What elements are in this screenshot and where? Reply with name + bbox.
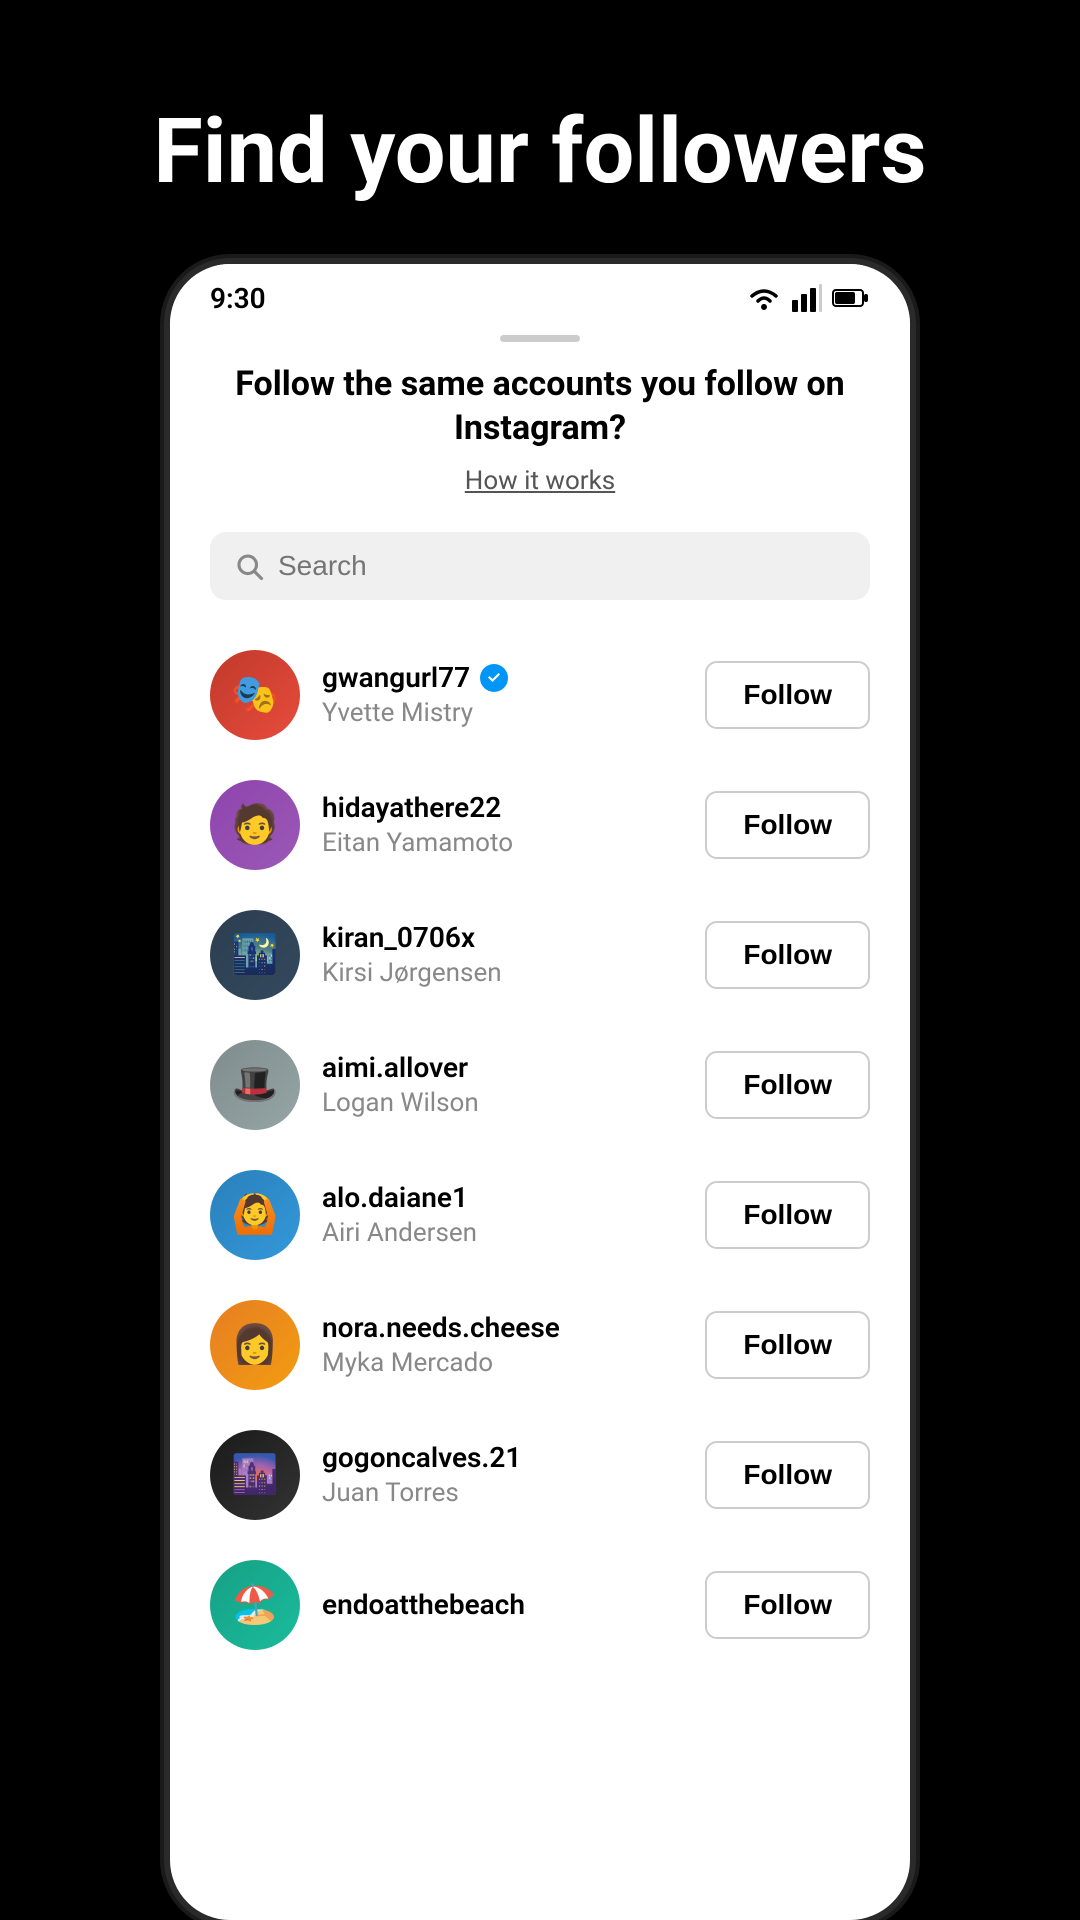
follow-button[interactable]: Follow xyxy=(705,1441,870,1509)
user-list: 🎭 gwangurl77 Yvette Mistry Follow 🧑 hidayathe… xyxy=(210,630,870,1670)
follow-button[interactable]: Follow xyxy=(705,1571,870,1639)
avatar: 🙆 xyxy=(210,1170,300,1260)
username: hidayathere22 xyxy=(322,791,501,824)
phone-shell: 9:30 F xyxy=(170,264,910,1920)
follow-button[interactable]: Follow xyxy=(705,1181,870,1249)
user-row: 🎩 aimi.allover Logan Wilson Follow xyxy=(210,1020,870,1150)
follow-button[interactable]: Follow xyxy=(705,921,870,989)
display-name: Myka Mercado xyxy=(322,1348,683,1378)
username: gogoncalves.21 xyxy=(322,1441,521,1474)
sheet-content: Follow the same accounts you follow on I… xyxy=(170,362,910,1710)
user-info: hidayathere22 Eitan Yamamoto xyxy=(322,791,683,858)
user-row: 🙆 alo.daiane1 Airi Andersen Follow xyxy=(210,1150,870,1280)
user-info: nora.needs.cheese Myka Mercado xyxy=(322,1311,683,1378)
avatar: 🧑 xyxy=(210,780,300,870)
user-info: aimi.allover Logan Wilson xyxy=(322,1051,683,1118)
username: aimi.allover xyxy=(322,1051,468,1084)
display-name: Juan Torres xyxy=(322,1478,683,1508)
user-info: alo.daiane1 Airi Andersen xyxy=(322,1181,683,1248)
user-row: 🌃 kiran_0706x Kirsi Jørgensen Follow xyxy=(210,890,870,1020)
follow-button[interactable]: Follow xyxy=(705,1051,870,1119)
username: nora.needs.cheese xyxy=(322,1311,560,1344)
search-input[interactable] xyxy=(278,550,846,582)
username: kiran_0706x xyxy=(322,921,475,954)
username: alo.daiane1 xyxy=(322,1181,468,1214)
user-row: 🌆 gogoncalves.21 Juan Torres Follow xyxy=(210,1410,870,1540)
display-name: Airi Andersen xyxy=(322,1218,683,1248)
signal-icon xyxy=(792,284,822,312)
how-it-works-link[interactable]: How it works xyxy=(210,466,870,496)
avatar: 🎭 xyxy=(210,650,300,740)
user-info: endoatthebeach xyxy=(322,1588,683,1621)
sheet-title: Follow the same accounts you follow on I… xyxy=(210,362,870,450)
status-time: 9:30 xyxy=(210,282,266,315)
battery-icon xyxy=(832,287,870,309)
avatar: 🎩 xyxy=(210,1040,300,1130)
avatar: 🌃 xyxy=(210,910,300,1000)
display-name: Logan Wilson xyxy=(322,1088,683,1118)
search-icon xyxy=(234,551,264,581)
status-bar: 9:30 xyxy=(170,264,910,325)
user-row: 🧑 hidayathere22 Eitan Yamamoto Follow xyxy=(210,760,870,890)
follow-button[interactable]: Follow xyxy=(705,661,870,729)
user-row: 🎭 gwangurl77 Yvette Mistry Follow xyxy=(210,630,870,760)
user-row: 🏖️ endoatthebeach Follow xyxy=(210,1540,870,1670)
user-row: 👩 nora.needs.cheese Myka Mercado Follow xyxy=(210,1280,870,1410)
username: gwangurl77 xyxy=(322,661,470,694)
user-info: gogoncalves.21 Juan Torres xyxy=(322,1441,683,1508)
avatar: 🏖️ xyxy=(210,1560,300,1650)
display-name: Kirsi Jørgensen xyxy=(322,958,683,988)
display-name: Yvette Mistry xyxy=(322,698,683,728)
hero-title: Find your followers xyxy=(153,100,926,204)
display-name: Eitan Yamamoto xyxy=(322,828,683,858)
user-info: kiran_0706x Kirsi Jørgensen xyxy=(322,921,683,988)
status-icons xyxy=(746,284,870,312)
user-info: gwangurl77 Yvette Mistry xyxy=(322,661,683,728)
drag-handle xyxy=(500,335,580,342)
avatar: 👩 xyxy=(210,1300,300,1390)
follow-button[interactable]: Follow xyxy=(705,791,870,859)
search-bar[interactable] xyxy=(210,532,870,600)
verified-badge xyxy=(480,664,508,692)
follow-button[interactable]: Follow xyxy=(705,1311,870,1379)
avatar: 🌆 xyxy=(210,1430,300,1520)
wifi-icon xyxy=(746,284,782,312)
username: endoatthebeach xyxy=(322,1588,525,1621)
